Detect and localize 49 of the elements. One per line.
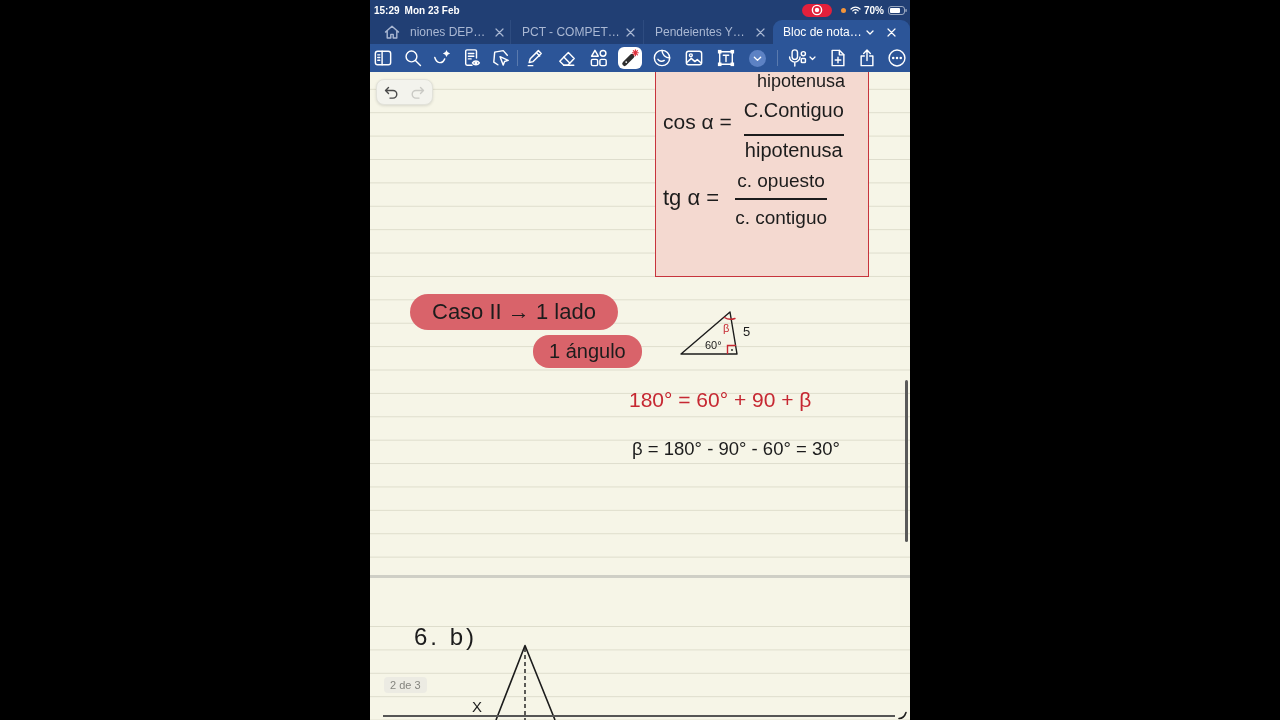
scroll-bar[interactable] (905, 380, 908, 542)
pen-icon[interactable] (526, 49, 544, 67)
more-icon[interactable] (887, 49, 906, 67)
text-box-icon[interactable] (716, 49, 735, 67)
wifi-icon (850, 6, 861, 14)
highlighted-note: 1 ángulo (533, 335, 642, 368)
denominator-text: hipotenusa (744, 138, 843, 161)
angle-label: 60° (705, 339, 722, 351)
angle-label: β (723, 322, 730, 334)
home-icon[interactable] (384, 25, 400, 39)
battery-icon (888, 5, 907, 15)
numerator-text: c. opuesto (737, 169, 825, 193)
tab[interactable]: niones DEP… (400, 20, 510, 44)
image-icon[interactable] (685, 49, 703, 67)
equation-text: β = 180° - 90° - 60° = 30° (632, 437, 840, 461)
sidebar-icon[interactable] (374, 49, 392, 67)
formula-text: cos α = (663, 109, 732, 135)
page-indicator: 2 de 3 (384, 677, 427, 693)
numerator-text: C.Contiguo (743, 98, 844, 123)
denominator-text: c. contiguo (735, 205, 828, 230)
formula-text: tg α = (663, 184, 720, 212)
microphone-icon[interactable] (787, 49, 807, 67)
close-icon[interactable] (495, 27, 504, 37)
search-icon[interactable] (403, 49, 422, 67)
point-label: X (472, 699, 482, 715)
eraser-icon[interactable] (557, 49, 576, 67)
date-text: Mon 23 Feb (404, 4, 460, 16)
sticker-icon[interactable] (653, 49, 672, 67)
lasso-icon[interactable] (492, 49, 510, 67)
chevron-down-icon[interactable] (866, 29, 874, 35)
undo-icon[interactable] (383, 85, 398, 99)
laser-pointer-icon[interactable] (618, 47, 643, 69)
add-page-icon[interactable] (828, 49, 847, 67)
triangle-drawing (680, 310, 740, 356)
shapes-icon[interactable] (589, 49, 608, 67)
close-icon[interactable] (626, 27, 635, 37)
heading-text: 6. b) (414, 623, 478, 651)
side-label: 5 (743, 325, 751, 339)
equation-text: 180° = 60° + 90 + β (629, 387, 812, 413)
caret-icon[interactable] (808, 55, 816, 61)
battery-text: 70% (864, 4, 884, 16)
clock-text: 15:29 (374, 4, 400, 16)
highlighted-note: Caso II → 1 lado (410, 294, 618, 330)
close-icon[interactable] (756, 27, 765, 37)
share-icon[interactable] (858, 49, 877, 67)
tab[interactable]: Bloc de nota… (773, 20, 910, 44)
document-eye-icon[interactable] (462, 49, 481, 67)
formula-text: hipotenusa (757, 72, 846, 90)
chevron-down-icon[interactable] (749, 49, 767, 67)
